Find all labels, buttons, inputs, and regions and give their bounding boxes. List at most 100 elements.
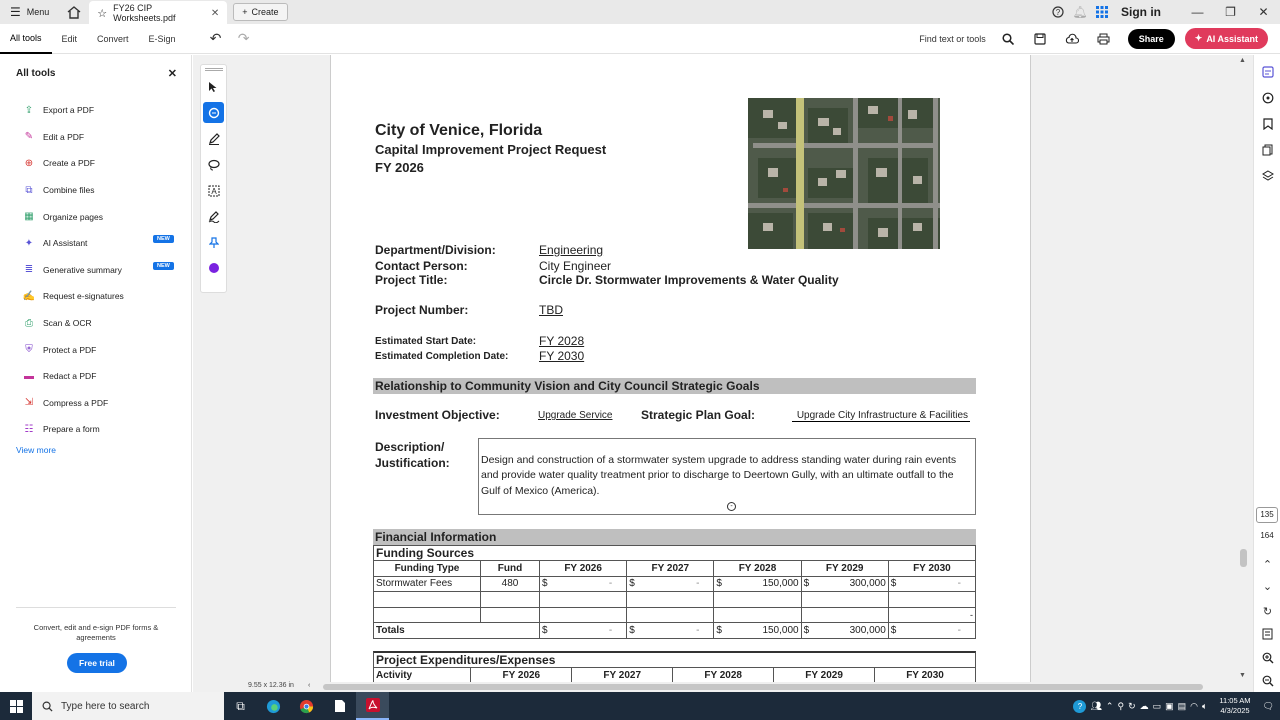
totals-label: Totals (372, 622, 541, 639)
network-icon[interactable]: ⚲ (1117, 701, 1124, 712)
comment-search-icon[interactable] (203, 102, 224, 123)
clock[interactable]: 11:05 AM 4/3/2025 (1219, 696, 1250, 716)
create-button[interactable]: + Create (233, 3, 288, 21)
home-button[interactable] (59, 0, 89, 24)
document-tab[interactable]: ☆ FY26 CIP Worksheets.pdf ✕ (89, 1, 228, 25)
sign-pen-icon[interactable] (203, 206, 224, 227)
tool-item-export-pdf[interactable]: ⇪ Export a PDF (0, 97, 191, 124)
minimize-button[interactable]: — (1181, 0, 1214, 24)
tab-edit[interactable]: Edit (52, 24, 88, 54)
sync-icon[interactable]: ↻ (1128, 701, 1136, 712)
ai-summary-icon[interactable] (1254, 59, 1280, 85)
acrobat-app-icon[interactable] (356, 692, 389, 720)
comment-icon[interactable] (1254, 85, 1280, 111)
tab-all-tools[interactable]: All tools (0, 24, 52, 54)
tool-item-label: Protect a PDF (43, 344, 97, 355)
sign-in-button[interactable]: Sign in (1121, 5, 1161, 19)
tool-item-ai-assistant[interactable]: ✦ AI Assistant NEW (0, 230, 191, 257)
ai-assistant-button[interactable]: ✦ AI Assistant (1184, 28, 1268, 49)
lasso-icon[interactable] (203, 154, 224, 175)
tool-item-combine-files[interactable]: ⧉ Combine files (0, 177, 191, 204)
tool-item-protect-pdf[interactable]: ⛨ Protect a PDF (0, 336, 191, 363)
close-panel-icon[interactable]: ✕ (168, 67, 177, 80)
volume-icon[interactable]: 🔈︎ (1202, 701, 1207, 712)
monitor-icon[interactable]: ▣ (1165, 701, 1174, 712)
tab-esign[interactable]: E-Sign (139, 24, 186, 54)
funding-header-cell: Funding Type (373, 560, 481, 577)
wifi-icon[interactable]: ◠ (1190, 701, 1198, 712)
people-icon[interactable]: 👥︎ (1090, 701, 1101, 712)
taskbar-search[interactable]: Type here to search (32, 692, 224, 720)
share-button[interactable]: Share (1127, 28, 1175, 49)
color-picker-icon[interactable] (208, 263, 219, 273)
star-icon[interactable]: ☆ (97, 7, 107, 20)
scroll-left-icon[interactable]: ‹ (308, 682, 310, 689)
tool-item-generative-summary[interactable]: ≣ Generative summary NEW (0, 257, 191, 284)
document-area[interactable]: City of Venice, Florida Capital Improvem… (193, 55, 1253, 682)
save-icon[interactable] (1026, 27, 1054, 51)
completion-date-value: FY 2030 (539, 349, 585, 363)
tool-item-organize-pages[interactable]: ▦ Organize pages (0, 203, 191, 230)
cloud-icon[interactable]: ☁ (1140, 701, 1149, 712)
page-thumbnails-icon[interactable] (1254, 137, 1280, 163)
tool-item-edit-pdf[interactable]: ✎ Edit a PDF (0, 124, 191, 151)
maximize-button[interactable]: ❐ (1214, 0, 1247, 24)
help-icon[interactable]: ? (1047, 0, 1069, 24)
tool-item-create-pdf[interactable]: ⊕ Create a PDF (0, 150, 191, 177)
text-box-icon[interactable]: A (203, 180, 224, 201)
layers-icon[interactable] (1254, 163, 1280, 189)
find-label[interactable]: Find text or tools (919, 34, 986, 44)
next-page-icon[interactable]: ⌄ (1254, 573, 1280, 599)
app-tray-icon[interactable]: ▤ (1178, 701, 1187, 712)
task-view-icon[interactable]: ⧉ (224, 692, 257, 720)
completion-date-label: Estimated Completion Date: (375, 351, 509, 362)
highlight-pen-icon[interactable] (203, 128, 224, 149)
view-more-link[interactable]: View more (0, 445, 191, 455)
tool-item-scan-ocr[interactable]: ⎙ Scan & OCR (0, 310, 191, 337)
close-window-button[interactable]: ✕ (1247, 0, 1280, 24)
free-trial-button[interactable]: Free trial (67, 653, 127, 673)
tab-convert[interactable]: Convert (87, 24, 139, 54)
select-cursor-icon[interactable] (203, 76, 224, 97)
notification-center-icon[interactable]: 🗨︎ (1263, 701, 1274, 712)
amount-value: 150,000 (762, 624, 799, 636)
upload-cloud-icon[interactable] (1058, 27, 1086, 51)
battery-icon[interactable]: ▭ (1153, 701, 1162, 712)
bookmark-icon[interactable] (1254, 111, 1280, 137)
horizontal-scroll-thumb[interactable] (323, 684, 1203, 690)
tool-item-request-esignatures[interactable]: ✍ Request e-signatures (0, 283, 191, 310)
tool-item-compress-pdf[interactable]: ⇲ Compress a PDF (0, 390, 191, 417)
help-tray-icon[interactable]: ? (1073, 699, 1087, 713)
menu-button[interactable]: ☰ Menu (0, 0, 59, 24)
currency-symbol: $ (629, 624, 635, 636)
edge-browser-icon[interactable] (257, 692, 290, 720)
scroll-thumb[interactable] (1240, 549, 1247, 567)
scroll-up-icon[interactable]: ▲ (1239, 57, 1246, 64)
vertical-scrollbar[interactable]: ▲ ▼ (1236, 55, 1251, 682)
money-cell: $ - (539, 622, 628, 639)
file-explorer-icon[interactable] (323, 692, 356, 720)
undo-icon[interactable]: ↶ (202, 30, 230, 47)
tool-item-redact-pdf[interactable]: ▬ Redact a PDF (0, 363, 191, 390)
zoom-out-icon[interactable] (1254, 668, 1280, 694)
tool-item-prepare-form[interactable]: ☷ Prepare a form (0, 416, 191, 443)
windows-start-icon[interactable] (0, 692, 32, 720)
current-page-input[interactable]: 135 (1256, 507, 1278, 523)
close-tab-icon[interactable]: ✕ (211, 8, 219, 19)
search-icon[interactable] (994, 27, 1022, 51)
show-hidden-icons[interactable]: ⌃ (1106, 701, 1114, 712)
apps-grid-icon[interactable] (1091, 0, 1113, 24)
drag-handle[interactable] (204, 68, 223, 71)
windows-taskbar: Type here to search ⧉ ? 👥︎ ⌃ ⚲ ↻ ☁ ▭ ▣ ▤… (0, 692, 1280, 720)
svg-text:A: A (211, 187, 217, 196)
pin-icon[interactable] (203, 232, 224, 253)
notifications-icon[interactable]: 🔔︎ (1069, 0, 1091, 24)
amount-value: - (957, 578, 961, 590)
chrome-browser-icon[interactable] (290, 692, 323, 720)
scroll-down-icon[interactable]: ▼ (1239, 672, 1246, 679)
print-icon[interactable] (1090, 27, 1118, 51)
redo-icon[interactable]: ↷ (230, 30, 258, 47)
funding-header-cell: FY 2028 (713, 560, 802, 577)
fit-page-icon[interactable] (1254, 621, 1280, 647)
city-title: City of Venice, Florida (375, 122, 543, 139)
